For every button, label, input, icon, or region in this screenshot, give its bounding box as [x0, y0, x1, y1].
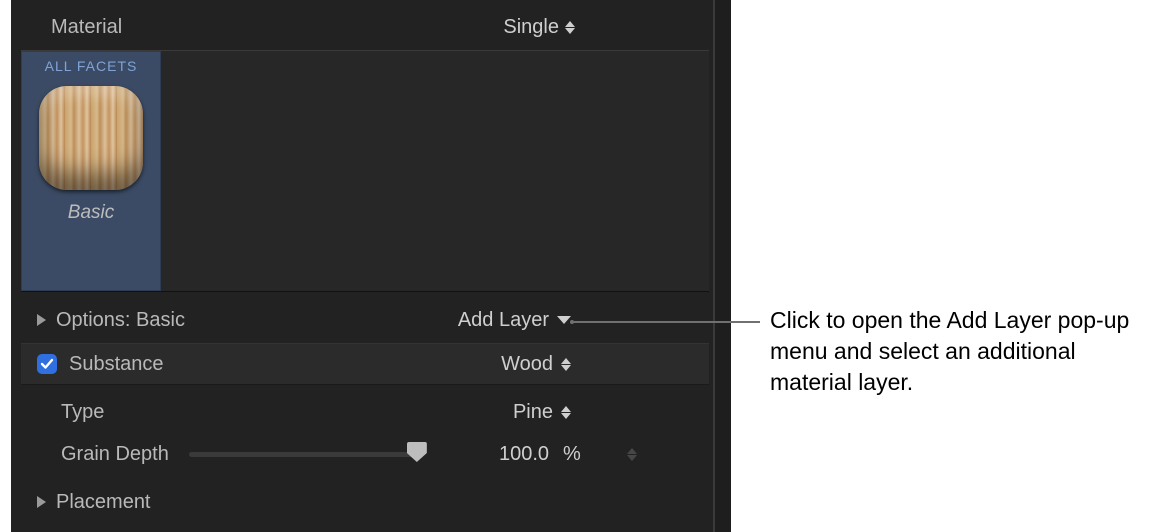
grain-depth-value: 100.0	[499, 443, 549, 466]
facet-tab-label: ALL FACETS	[22, 52, 160, 82]
grain-depth-label: Grain Depth	[61, 443, 169, 466]
facets-area: ALL FACETS Basic	[21, 50, 709, 292]
options-row: Options: Basic Add Layer	[21, 300, 709, 340]
callout-text: Click to open the Add Layer pop-up menu …	[770, 305, 1140, 398]
placement-row: Placement	[21, 482, 709, 522]
add-layer-menu[interactable]: Add Layer	[458, 309, 571, 332]
material-inspector-panel: Material Single ALL FACETS Basic Options…	[11, 0, 731, 532]
grain-depth-value-field[interactable]: 100.0 %	[441, 443, 581, 466]
panel-right-border	[713, 0, 731, 532]
type-row: Type Pine	[21, 392, 709, 432]
updown-arrows-icon	[561, 406, 571, 419]
type-label: Type	[61, 401, 104, 424]
substance-label: Substance	[69, 353, 164, 376]
material-mode-value: Single	[503, 16, 559, 39]
updown-arrows-icon	[561, 358, 571, 371]
grain-depth-unit: %	[563, 443, 581, 466]
substance-row: Substance Wood	[21, 343, 709, 385]
substance-checkbox[interactable]	[37, 354, 57, 374]
grain-depth-row: Grain Depth 100.0 %	[21, 434, 709, 474]
material-label: Material	[51, 16, 122, 39]
options-label: Options: Basic	[56, 309, 185, 332]
material-mode-dropdown[interactable]: Single	[503, 16, 575, 39]
chevron-down-icon	[557, 316, 571, 324]
updown-arrows-icon[interactable]	[627, 448, 637, 461]
type-value: Pine	[513, 401, 553, 424]
type-value-dropdown[interactable]: Pine	[513, 401, 571, 424]
slider-thumb[interactable]	[407, 442, 427, 462]
disclosure-triangle-icon[interactable]	[37, 496, 46, 508]
slider-track	[189, 452, 417, 457]
add-layer-label: Add Layer	[458, 309, 549, 332]
facet-caption: Basic	[68, 202, 114, 224]
grain-depth-slider[interactable]	[189, 444, 417, 464]
facet-card-basic[interactable]: ALL FACETS Basic	[21, 51, 161, 291]
updown-arrows-icon	[565, 21, 575, 34]
placement-label: Placement	[56, 491, 151, 514]
material-header-row: Material Single	[51, 12, 701, 42]
substance-value: Wood	[501, 353, 553, 376]
substance-value-dropdown[interactable]: Wood	[501, 353, 571, 376]
check-icon	[40, 357, 54, 371]
disclosure-triangle-icon[interactable]	[37, 314, 46, 326]
material-thumbnail	[39, 86, 143, 190]
